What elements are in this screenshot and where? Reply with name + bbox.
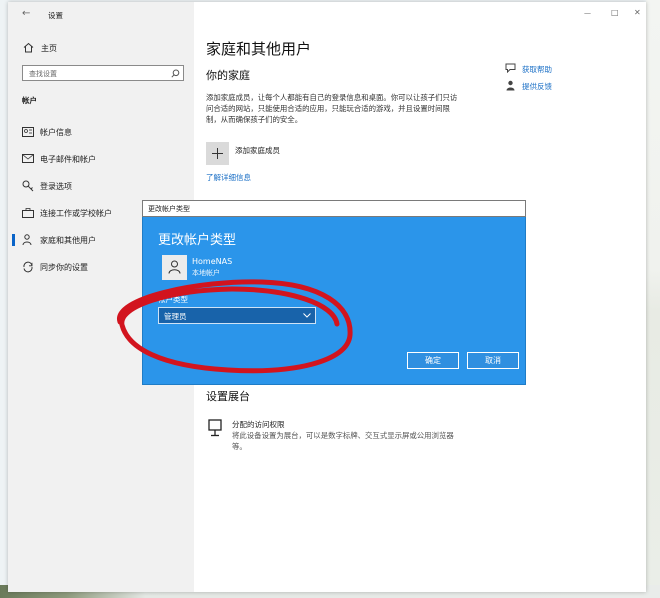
red-annotation-ellipse: [117, 279, 353, 374]
